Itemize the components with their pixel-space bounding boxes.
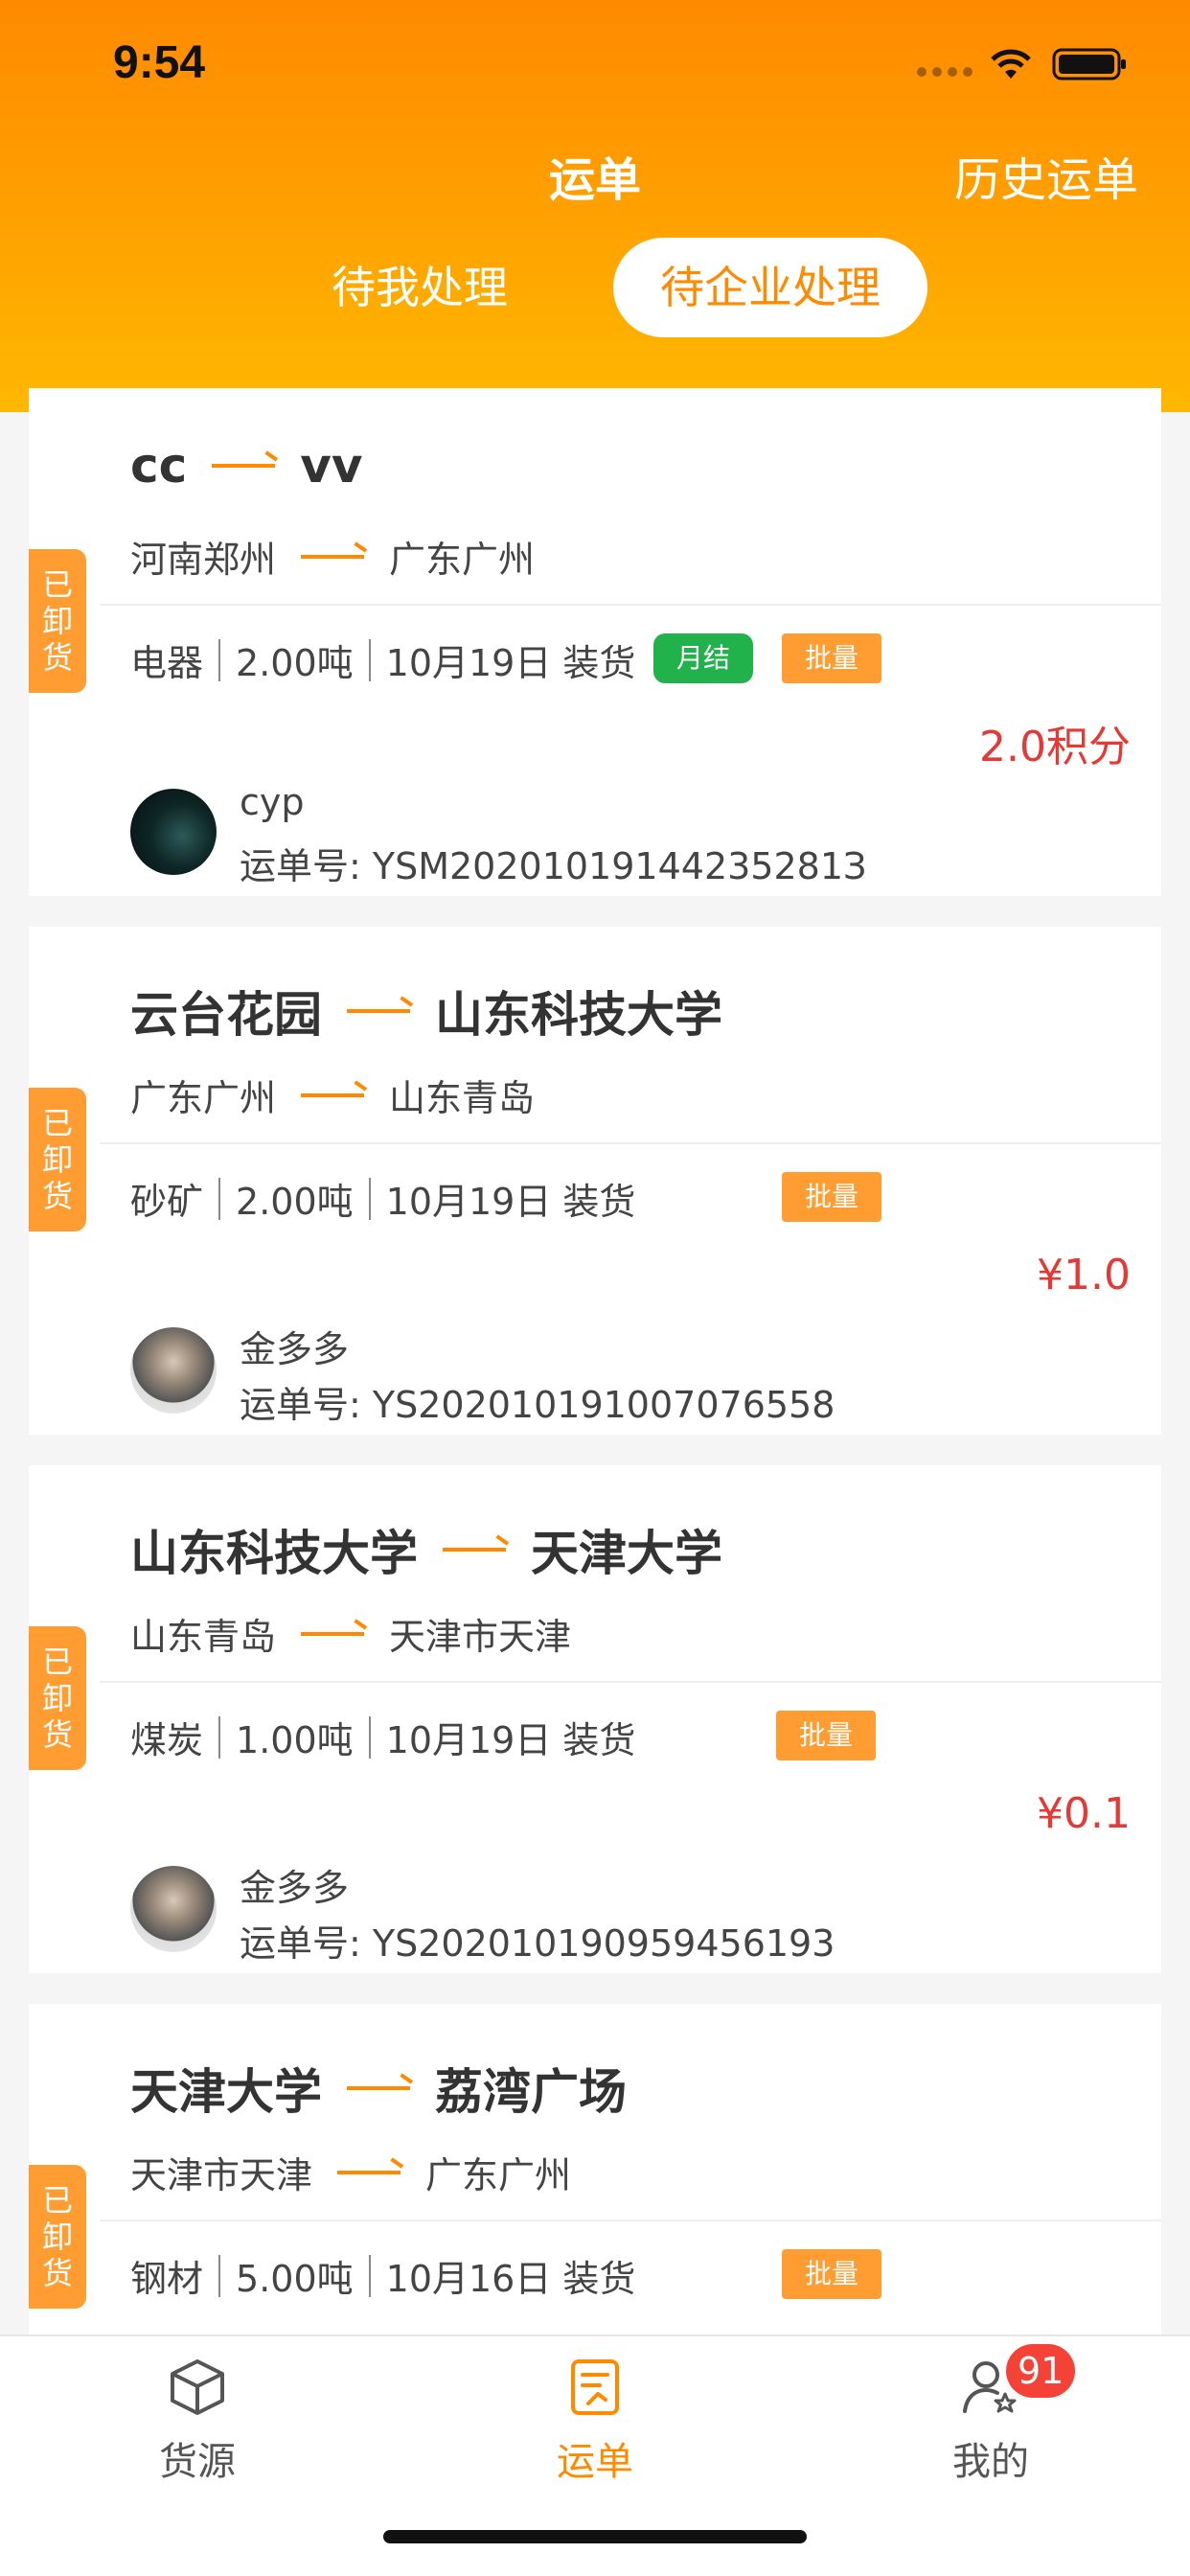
- divider: [100, 1681, 1161, 1683]
- batch-tag: 批量: [782, 633, 881, 683]
- to-name: 荔湾广场: [435, 2064, 627, 2120]
- from-name: cc: [130, 438, 188, 494]
- route-title: 云台花园 山东科技大学: [130, 977, 722, 1046]
- to-name: 天津大学: [531, 1526, 722, 1581]
- home-indicator: [383, 2530, 807, 2543]
- cargo-details: 钢材 5.00吨 10月16日 装货: [130, 2249, 635, 2302]
- route-title: cc vv: [130, 438, 362, 494]
- arrow-right-icon: [301, 1631, 365, 1636]
- order-card[interactable]: 已卸货 天津大学 荔湾广场 天津市天津 广东广州 钢材 5.00吨 10月16日…: [29, 2004, 1161, 2334]
- arrow-right-icon: [347, 1009, 410, 1013]
- arrow-right-icon: [301, 554, 365, 559]
- order-number: 运单号: YS20201019100707655​8: [240, 1384, 835, 1426]
- divider: [100, 1142, 1161, 1144]
- order-card[interactable]: 已卸货 山东科技大学 天津大学 山东青岛 天津市天津 煤炭 1.00吨 10月1…: [29, 1465, 1161, 1973]
- divider: [100, 2220, 1161, 2221]
- batch-tag: 批量: [776, 1711, 876, 1760]
- document-icon: [571, 2359, 619, 2415]
- status-badge: 已卸货: [29, 2165, 86, 2309]
- cube-icon: [171, 2359, 224, 2415]
- history-orders-link[interactable]: 历史运单: [954, 142, 1138, 209]
- route-cities: 山东青岛 天津市天津: [130, 1616, 572, 1658]
- arrow-right-icon: [212, 464, 276, 468]
- batch-tag: 批量: [782, 2249, 881, 2299]
- tab-pending-me[interactable]: 待我处理: [305, 240, 535, 335]
- user-name: 金多多: [240, 1328, 350, 1370]
- from-name: 天津大学: [130, 2064, 322, 2120]
- to-name: vv: [300, 438, 363, 494]
- route-cities: 天津市天津 广东广州: [130, 2154, 572, 2196]
- from-name: 山东科技大学: [130, 1526, 418, 1581]
- tab-pending-enterprise[interactable]: 待企业处理: [613, 238, 927, 337]
- battery-icon: [1052, 48, 1126, 80]
- cargo-details: 电器 2.00吨 10月19日 装货: [130, 633, 635, 686]
- avatar: [130, 1866, 217, 1952]
- monthly-settlement-tag: 月结: [653, 633, 754, 683]
- tab-label: 运单: [557, 2440, 633, 2484]
- user-name: cyp: [240, 781, 305, 823]
- tab-waybill[interactable]: 运单: [499, 2356, 691, 2486]
- cargo-details: 砂矿 2.00吨 10月19日 装货: [130, 1172, 635, 1225]
- arrow-right-icon: [443, 1548, 506, 1552]
- route-title: 山东科技大学 天津大学: [130, 1515, 722, 1584]
- arrow-right-icon: [337, 2170, 401, 2174]
- route-cities: 河南郑州 广东广州: [130, 539, 536, 581]
- status-badge: 已卸货: [29, 1626, 86, 1770]
- tab-label: 货源: [159, 2440, 236, 2484]
- order-card[interactable]: 已卸货 云台花园 山东科技大学 广东广州 山东青岛 砂矿 2.00吨 10月19…: [29, 927, 1161, 1435]
- avatar: [130, 1327, 217, 1414]
- notification-count-badge: 91: [1006, 2344, 1076, 2398]
- status-badge: 已卸货: [29, 549, 86, 693]
- batch-tag: 批量: [782, 1172, 881, 1222]
- arrow-right-icon: [301, 1092, 365, 1097]
- cellular-signal-icon: [917, 67, 973, 77]
- from-name: 云台花园: [130, 987, 322, 1043]
- price: ¥0.1: [1037, 1789, 1131, 1838]
- cargo-details: 煤炭 1.00吨 10月19日 装货: [130, 1711, 635, 1763]
- order-number: 运单号: YSM20201019144235281З: [240, 845, 867, 887]
- user-name: 金多多: [240, 1867, 350, 1909]
- header: 9:54 运单 历史运单 待我处理 待企业处理: [0, 0, 1190, 412]
- price: ¥1.0: [1037, 1251, 1131, 1300]
- arrow-right-icon: [347, 2086, 410, 2090]
- order-number: 运单号: YS20201019095945619​3: [240, 1922, 835, 1965]
- status-time: 9:54: [113, 37, 206, 88]
- divider: [100, 604, 1161, 606]
- avatar: [130, 789, 217, 875]
- to-name: 山东科技大学: [435, 987, 722, 1043]
- price: 2.0积分: [979, 723, 1131, 771]
- wifi-icon: [991, 49, 1031, 79]
- status-badge: 已卸货: [29, 1088, 86, 1231]
- order-card[interactable]: 已卸货 cc vv 河南郑州 广东广州 电器 2.00吨 10月19日 装货 月…: [29, 388, 1161, 896]
- route-cities: 广东广州 山东青岛: [130, 1077, 536, 1119]
- tab-label: 我的: [952, 2440, 1029, 2484]
- tab-cargo-source[interactable]: 货源: [102, 2356, 293, 2486]
- route-title: 天津大学 荔湾广场: [130, 2054, 627, 2123]
